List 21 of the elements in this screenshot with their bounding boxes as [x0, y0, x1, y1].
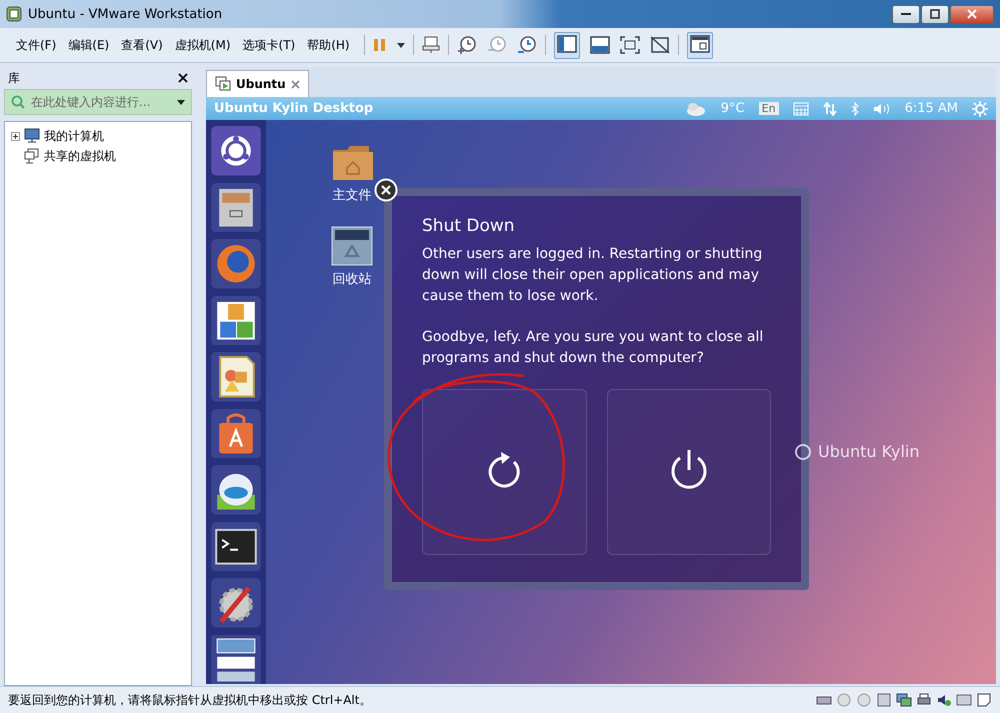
- search-field[interactable]: 在此处键入内容进行...: [4, 89, 192, 115]
- menu-item[interactable]: 文件(F): [10, 36, 62, 54]
- dialog-question: Goodbye, lefy. Are you sure you want to close all programs and shut down the computer?: [422, 328, 764, 368]
- menu-item[interactable]: 选项卡(T): [236, 36, 302, 54]
- dialog-message: Other users are logged in. Restarting or shutting down will close their open applications and may cause them to lose work.: [422, 245, 764, 306]
- panel-title: Ubuntu Kylin Desktop: [214, 101, 374, 116]
- tree-item[interactable]: 共享的虚拟机: [44, 148, 116, 164]
- desktop-icon-label[interactable]: 主文件: [332, 186, 372, 204]
- dialog-title: Shut Down: [422, 216, 516, 236]
- menu-item[interactable]: 编辑(E): [62, 36, 116, 54]
- menu-item[interactable]: 查看(V): [115, 36, 169, 54]
- library-title: 库: [8, 70, 20, 86]
- menu-item[interactable]: 帮助(H): [301, 36, 356, 54]
- menu-item[interactable]: 虚拟机(M): [168, 36, 237, 54]
- keyboard-indicator[interactable]: En: [758, 102, 779, 115]
- vm-tab[interactable]: Ubuntu: [206, 70, 309, 97]
- status-text: 要返回到您的计算机，请将鼠标指针从虚拟机中移出或按 Ctrl+Alt。: [8, 692, 372, 708]
- desktop-icon-label[interactable]: 回收站: [332, 270, 372, 288]
- tree-item[interactable]: 我的计算机: [44, 128, 104, 144]
- window-title: Ubuntu - VMware Workstation: [28, 6, 224, 22]
- brand-text: Ubuntu Kylin: [818, 442, 920, 461]
